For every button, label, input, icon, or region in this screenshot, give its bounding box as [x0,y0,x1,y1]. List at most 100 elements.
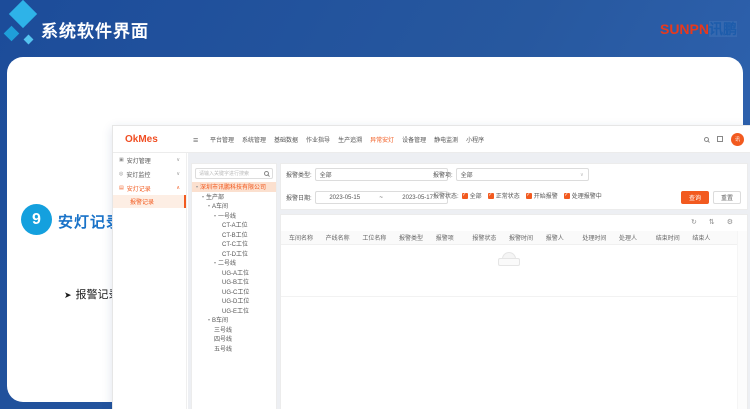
checkbox-alarm-start[interactable]: 开始报警 [526,191,558,200]
tree-node-label: UG-D工位 [222,296,249,305]
checkbox-checked-icon [526,193,532,199]
tree-node-company[interactable]: ▾深圳市讯鹏科技有限公司 [192,182,276,192]
reset-button[interactable]: 重置 [713,191,741,204]
tab-miniapp[interactable]: 小程序 [466,135,484,144]
tree-node-line-1[interactable]: ▾一号线 [192,211,276,221]
row-height-icon[interactable]: ⇅ [709,218,715,226]
search-icon [264,171,269,176]
filter-panel: 报警类型: 全部 ∨ 报警项: 全部 ∨ 报警日 [280,163,748,210]
tree-node-station[interactable]: CT-D工位 [192,249,276,259]
caret-icon: ▾ [214,260,216,265]
tab-work-guide[interactable]: 作业指导 [306,135,330,144]
tree-node-label: 四号线 [214,334,232,343]
checkbox-checked-icon [488,193,494,199]
tab-platform[interactable]: 平台管理 [210,135,234,144]
checkbox-label: 全部 [470,191,482,200]
col-alarm-time: 报警时间 [509,233,546,242]
caret-icon: ▾ [214,213,216,218]
alarm-type-select[interactable]: 全部 ∨ [315,168,448,181]
tree-node-dept[interactable]: ▾生产部 [192,192,276,202]
sidebar-submenu-alarm-record-active[interactable]: 报警记录 [113,195,186,208]
date-separator: ~ [379,195,383,201]
checkbox-checked-icon [564,193,570,199]
sidebar-item-andon-monitor[interactable]: ◎ 安灯监控 ∨ [113,167,186,181]
search-icon[interactable] [704,137,709,142]
col-line-name: 产线名称 [326,233,363,242]
chevron-down-icon: ∨ [176,157,180,163]
table-toolbar: ↻ ⇅ ⚙ [691,218,733,226]
sidebar-item-andon-manage[interactable]: ▣ 安灯管理 ∨ [113,153,186,167]
refresh-icon[interactable]: ↻ [691,218,697,226]
chevron-down-icon: ∨ [176,171,180,177]
tree-search-input[interactable]: 请输入关键字进行搜索 [195,168,273,179]
fullscreen-icon[interactable] [717,136,723,142]
col-alarm-type: 报警类型 [399,233,436,242]
tab-system[interactable]: 系统管理 [242,135,266,144]
tree-node-label: 深圳市讯鹏科技有限公司 [200,182,266,191]
sidebar-item-label: 安灯记录 [127,184,174,193]
slide-title: 系统软件界面 [41,17,149,42]
caret-icon: ▾ [208,317,210,322]
tab-trace[interactable]: 生产追溯 [338,135,362,144]
tree-node-label: CT-C工位 [222,239,248,248]
tree-node-station[interactable]: CT-A工位 [192,220,276,230]
caret-icon: ▾ [202,194,204,199]
tab-equipment[interactable]: 设备管理 [402,135,426,144]
user-avatar[interactable]: 讯 [731,133,744,146]
app-sidebar: ▣ 安灯管理 ∨ ◎ 安灯监控 ∨ ▤ 安灯记录 ∧ 报警记录 [113,153,187,409]
tree-node-station[interactable]: UG-C工位 [192,287,276,297]
tree-node-station[interactable]: UG-D工位 [192,296,276,306]
alarm-date-range-input[interactable]: 2023-05-15 ~ 2023-05-17 [315,191,448,204]
checkbox-all[interactable]: 全部 [462,191,482,200]
sidebar-item-label: 安灯监控 [126,170,173,179]
tree-node-station[interactable]: UG-A工位 [192,268,276,278]
hamburger-menu-icon[interactable]: ≡ [193,135,198,145]
bullet-arrow-icon: ➤ [64,290,72,300]
column-settings-icon[interactable]: ⚙ [727,218,733,226]
checkbox-label: 处理报警中 [572,191,602,200]
checkbox-handling[interactable]: 处理报警中 [564,191,602,200]
col-alarm-status: 报警状态 [472,233,509,242]
tree-node-label: A车间 [212,201,228,210]
alarm-item-select[interactable]: 全部 ∨ [456,168,589,181]
query-button[interactable]: 查询 [681,191,709,204]
tree-node-station[interactable]: UG-B工位 [192,277,276,287]
step-number-badge: 9 [21,204,52,235]
alarm-status-label: 报警状态: [433,191,459,200]
tab-basic-data[interactable]: 基础数据 [274,135,298,144]
tree-node-workshop-b[interactable]: ▾B车间 [192,315,276,325]
slide-canvas: 系统软件界面 SUNPN讯鹏 9 安灯记录 ➤报警记录 OkMes ≡ 平台管理… [0,0,750,409]
tree-node-label: CT-B工位 [222,230,248,239]
tree-node-workshop-a[interactable]: ▾A车间 [192,201,276,211]
tree-node-station[interactable]: CT-B工位 [192,230,276,240]
tree-node-line-4[interactable]: 四号线 [192,334,276,344]
alarm-status-checkbox-group: 全部 正常状态 开始报警 处理报警中 [462,191,602,200]
tree-node-label: UG-C工位 [222,287,249,296]
slide-content-card: 9 安灯记录 ➤报警记录 OkMes ≡ 平台管理 系统管理 基础数据 作业指导… [7,57,743,402]
filter-alarm-date: 报警日期: 2023-05-15 ~ 2023-05-17 [286,191,448,204]
col-handle-time: 处理时间 [582,233,619,242]
col-station-name: 工位名称 [362,233,399,242]
tab-andon-active[interactable]: 异常安灯 [370,135,394,144]
tree-node-station[interactable]: UG-E工位 [192,306,276,316]
org-tree: ▾深圳市讯鹏科技有限公司 ▾生产部 ▾A车间 ▾一号线 CT-A工位 CT-B工… [192,182,276,353]
tree-node-label: CT-A工位 [222,220,248,229]
checkbox-normal[interactable]: 正常状态 [488,191,520,200]
sidebar-item-andon-record[interactable]: ▤ 安灯记录 ∧ [113,181,186,195]
checkbox-checked-icon [462,193,468,199]
tree-node-line-2[interactable]: ▾二号线 [192,258,276,268]
table-divider [281,296,737,297]
col-alarm-person: 报警人 [546,233,583,242]
alarm-item-value: 全部 [461,170,473,179]
tree-node-label: 生产部 [206,192,224,201]
caret-icon: ▾ [196,184,198,189]
tree-node-station[interactable]: CT-C工位 [192,239,276,249]
tree-node-label: CT-D工位 [222,249,248,258]
tree-node-line-3[interactable]: 三号线 [192,325,276,335]
col-end-person: 结束人 [692,233,729,242]
filter-alarm-status: 报警状态: 全部 正常状态 开始报警 处理报警中 [433,191,602,200]
decor-diamond-large [9,0,37,28]
tab-esd[interactable]: 静电监测 [434,135,458,144]
tree-node-line-5[interactable]: 五号线 [192,344,276,354]
logo-sunpn-text: SUNPN [660,21,709,37]
